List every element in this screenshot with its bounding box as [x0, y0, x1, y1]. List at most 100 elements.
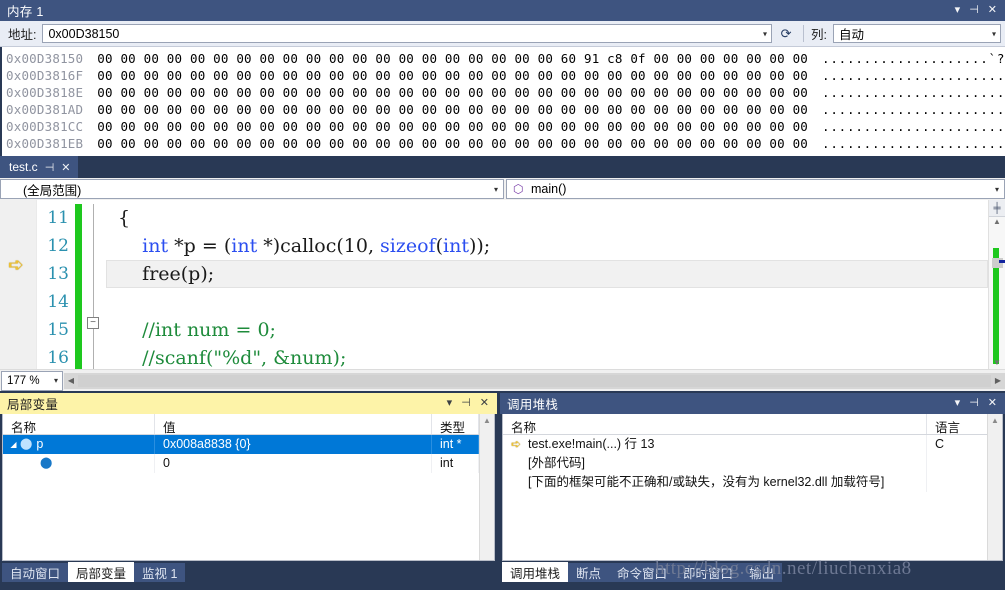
- memory-row-ascii[interactable]: ...............................: [822, 135, 1005, 152]
- scroll-left-icon[interactable]: ◀: [64, 376, 78, 385]
- current-frame-arrow-icon: ➪: [511, 437, 522, 451]
- column-header-type[interactable]: 类型: [432, 414, 479, 434]
- close-icon[interactable]: ✕: [988, 398, 997, 409]
- glyph-margin[interactable]: ➪: [0, 200, 37, 369]
- cell-frame-name: [外部代码]: [503, 454, 927, 473]
- code-surface[interactable]: 11 12 13 14 15 16 − { int *p = (int *)calloc(…: [37, 200, 988, 369]
- pin-icon[interactable]: ⊣: [461, 398, 471, 409]
- memory-row-ascii[interactable]: ...............................: [822, 118, 1005, 135]
- split-view-button[interactable]: ╪: [989, 200, 1005, 217]
- dock-tab-item[interactable]: 输出: [741, 563, 783, 582]
- locals-grid[interactable]: 名称 值 类型 ◢ ⬤ p 0x008a8838 {0} int * ⬤ 0 int ▲: [2, 414, 495, 561]
- editor-navigation-bar: (全局范围) ▾ ⬡ main() ▾: [0, 178, 1005, 200]
- window-dropdown-icon[interactable]: ▾: [955, 5, 961, 16]
- call-stack-vertical-scrollbar[interactable]: ▲: [987, 414, 1002, 560]
- pin-icon[interactable]: ⊣: [45, 161, 55, 174]
- chevron-down-icon[interactable]: ▾: [494, 185, 498, 194]
- table-row[interactable]: [外部代码]: [503, 454, 987, 473]
- document-tabstrip: test.c ⊣ ✕: [0, 156, 1005, 178]
- zoom-level-select[interactable]: 177 % ▾: [1, 370, 63, 391]
- code-token: *p = (: [168, 235, 232, 257]
- code-line[interactable]: //int num = 0;: [106, 316, 988, 344]
- chevron-down-icon[interactable]: ▾: [763, 29, 767, 38]
- table-row[interactable]: ⬤ 0 int: [3, 454, 479, 473]
- code-line[interactable]: {: [106, 204, 988, 232]
- editor-vertical-scrollbar[interactable]: ╪ ▲ ▼: [988, 200, 1005, 369]
- chevron-down-icon[interactable]: ▾: [992, 29, 996, 38]
- memory-row: 0x00D3816F 00 00 00 00 00 00 00 00 00 00 …: [6, 67, 1005, 84]
- code-token: sizeof: [380, 235, 436, 257]
- call-stack-grid[interactable]: 名称 语言 ➪ test.exe!main(...) 行 13 C [外部代码] [下面…: [502, 414, 1003, 561]
- pin-icon[interactable]: ⊣: [969, 5, 979, 16]
- execution-pointer-icon: ➪: [8, 255, 24, 276]
- fold-margin[interactable]: −: [82, 200, 106, 369]
- window-dropdown-icon[interactable]: ▾: [447, 398, 453, 409]
- dock-tab-item[interactable]: 断点: [568, 563, 610, 582]
- memory-toolbar: 地址: 0x00D38150 ▾ ⟳ 列: 自动 ▾: [0, 21, 1005, 47]
- code-line-current[interactable]: free(p);: [106, 260, 988, 288]
- pin-icon[interactable]: ⊣: [969, 398, 979, 409]
- member-select[interactable]: ⬡ main() ▾: [506, 179, 1005, 199]
- column-header-name[interactable]: 名称: [3, 414, 155, 434]
- memory-row-ascii[interactable]: ...............................: [822, 101, 1005, 118]
- scope-select[interactable]: (全局范围) ▾: [0, 179, 504, 199]
- chevron-down-icon[interactable]: ▾: [995, 185, 999, 194]
- code-line[interactable]: //scanf("%d", &num);: [106, 344, 988, 369]
- columns-select[interactable]: 自动 ▾: [833, 24, 1001, 43]
- cell-language: [927, 454, 987, 473]
- memory-row-hex[interactable]: 00 00 00 00 00 00 00 00 00 00 00 00 00 0…: [97, 135, 808, 152]
- cell-value[interactable]: 0: [155, 454, 432, 473]
- dock-tab-item[interactable]: 监视 1: [134, 563, 186, 582]
- scroll-right-icon[interactable]: ▶: [991, 376, 1005, 385]
- dock-tab-item[interactable]: 自动窗口: [2, 563, 69, 582]
- expander-icon[interactable]: ◢: [7, 435, 20, 454]
- dock-tab-item[interactable]: 即时窗口: [675, 563, 742, 582]
- memory-dump[interactable]: 0x00D38150 00 00 00 00 00 00 00 00 00 00 …: [0, 47, 1005, 156]
- cell-value[interactable]: 0x008a8838 {0}: [155, 435, 432, 454]
- fold-collapse-icon[interactable]: −: [87, 317, 99, 329]
- chevron-down-icon[interactable]: ▾: [54, 376, 58, 385]
- locals-vertical-scrollbar[interactable]: ▲: [479, 414, 494, 560]
- code-line[interactable]: [106, 288, 988, 316]
- close-icon[interactable]: ✕: [480, 398, 489, 409]
- column-header-language[interactable]: 语言: [927, 414, 987, 434]
- refresh-button[interactable]: ⟳: [775, 24, 797, 44]
- scrollbar-thumb[interactable]: [78, 374, 991, 387]
- dock-tab-active[interactable]: 局部变量: [68, 562, 135, 582]
- dock-tab-item[interactable]: 命令窗口: [609, 563, 676, 582]
- address-input[interactable]: 0x00D38150 ▾: [42, 24, 773, 43]
- scroll-down-icon[interactable]: ▼: [989, 358, 1005, 367]
- code-text[interactable]: { int *p = (int *)calloc(10, sizeof(int)…: [106, 200, 988, 369]
- memory-row: 0x00D3818E 00 00 00 00 00 00 00 00 00 00 …: [6, 84, 1005, 101]
- editor-horizontal-scrollbar[interactable]: ◀ ▶: [64, 372, 1005, 389]
- memory-row-hex[interactable]: 00 00 00 00 00 00 00 00 00 00 00 00 00 0…: [97, 101, 808, 118]
- scroll-up-icon[interactable]: ▲: [483, 416, 491, 425]
- memory-row-ascii[interactable]: ...............................: [822, 67, 1005, 84]
- code-token: int: [443, 235, 469, 257]
- memory-row-hex[interactable]: 00 00 00 00 00 00 00 00 00 00 00 00 00 0…: [97, 67, 808, 84]
- code-line[interactable]: int *p = (int *)calloc(10, sizeof(int));: [106, 232, 988, 260]
- scroll-up-icon[interactable]: ▲: [991, 416, 999, 425]
- column-header-name[interactable]: 名称: [503, 414, 927, 434]
- memory-row-hex[interactable]: 00 00 00 00 00 00 00 00 00 00 00 00 00 0…: [97, 118, 808, 135]
- memory-window-titlebar: 内存 1 ▾ ⊣ ✕: [0, 0, 1005, 21]
- line-number: 12: [47, 236, 69, 256]
- memory-row-hex[interactable]: 00 00 00 00 00 00 00 00 00 00 00 00 00 0…: [97, 84, 808, 101]
- table-row[interactable]: ➪ test.exe!main(...) 行 13 C: [503, 435, 987, 454]
- memory-row-address: 0x00D381AD: [6, 102, 84, 117]
- editor-text-area[interactable]: ➪ 11 12 13 14 15 16 − { int *p = (int *)callo…: [0, 200, 1005, 369]
- close-icon[interactable]: ✕: [988, 5, 997, 16]
- memory-row-ascii[interactable]: ....................`??........: [822, 50, 1005, 67]
- window-dropdown-icon[interactable]: ▾: [955, 398, 961, 409]
- memory-row-ascii[interactable]: ...............................: [822, 84, 1005, 101]
- column-header-value[interactable]: 值: [155, 414, 432, 434]
- table-row[interactable]: ◢ ⬤ p 0x008a8838 {0} int *: [3, 435, 479, 454]
- scroll-up-icon[interactable]: ▲: [989, 217, 1005, 226]
- memory-row-hex[interactable]: 00 00 00 00 00 00 00 00 00 00 00 00 00 0…: [97, 50, 808, 67]
- scrollbar-track[interactable]: [989, 234, 1005, 364]
- document-tab-test-c[interactable]: test.c ⊣ ✕: [0, 156, 78, 178]
- table-row[interactable]: [下面的框架可能不正确和/或缺失，没有为 kernel32.dll 加载符号]: [503, 473, 987, 492]
- dock-tab-active[interactable]: 调用堆栈: [502, 562, 569, 582]
- close-icon[interactable]: ✕: [61, 161, 70, 174]
